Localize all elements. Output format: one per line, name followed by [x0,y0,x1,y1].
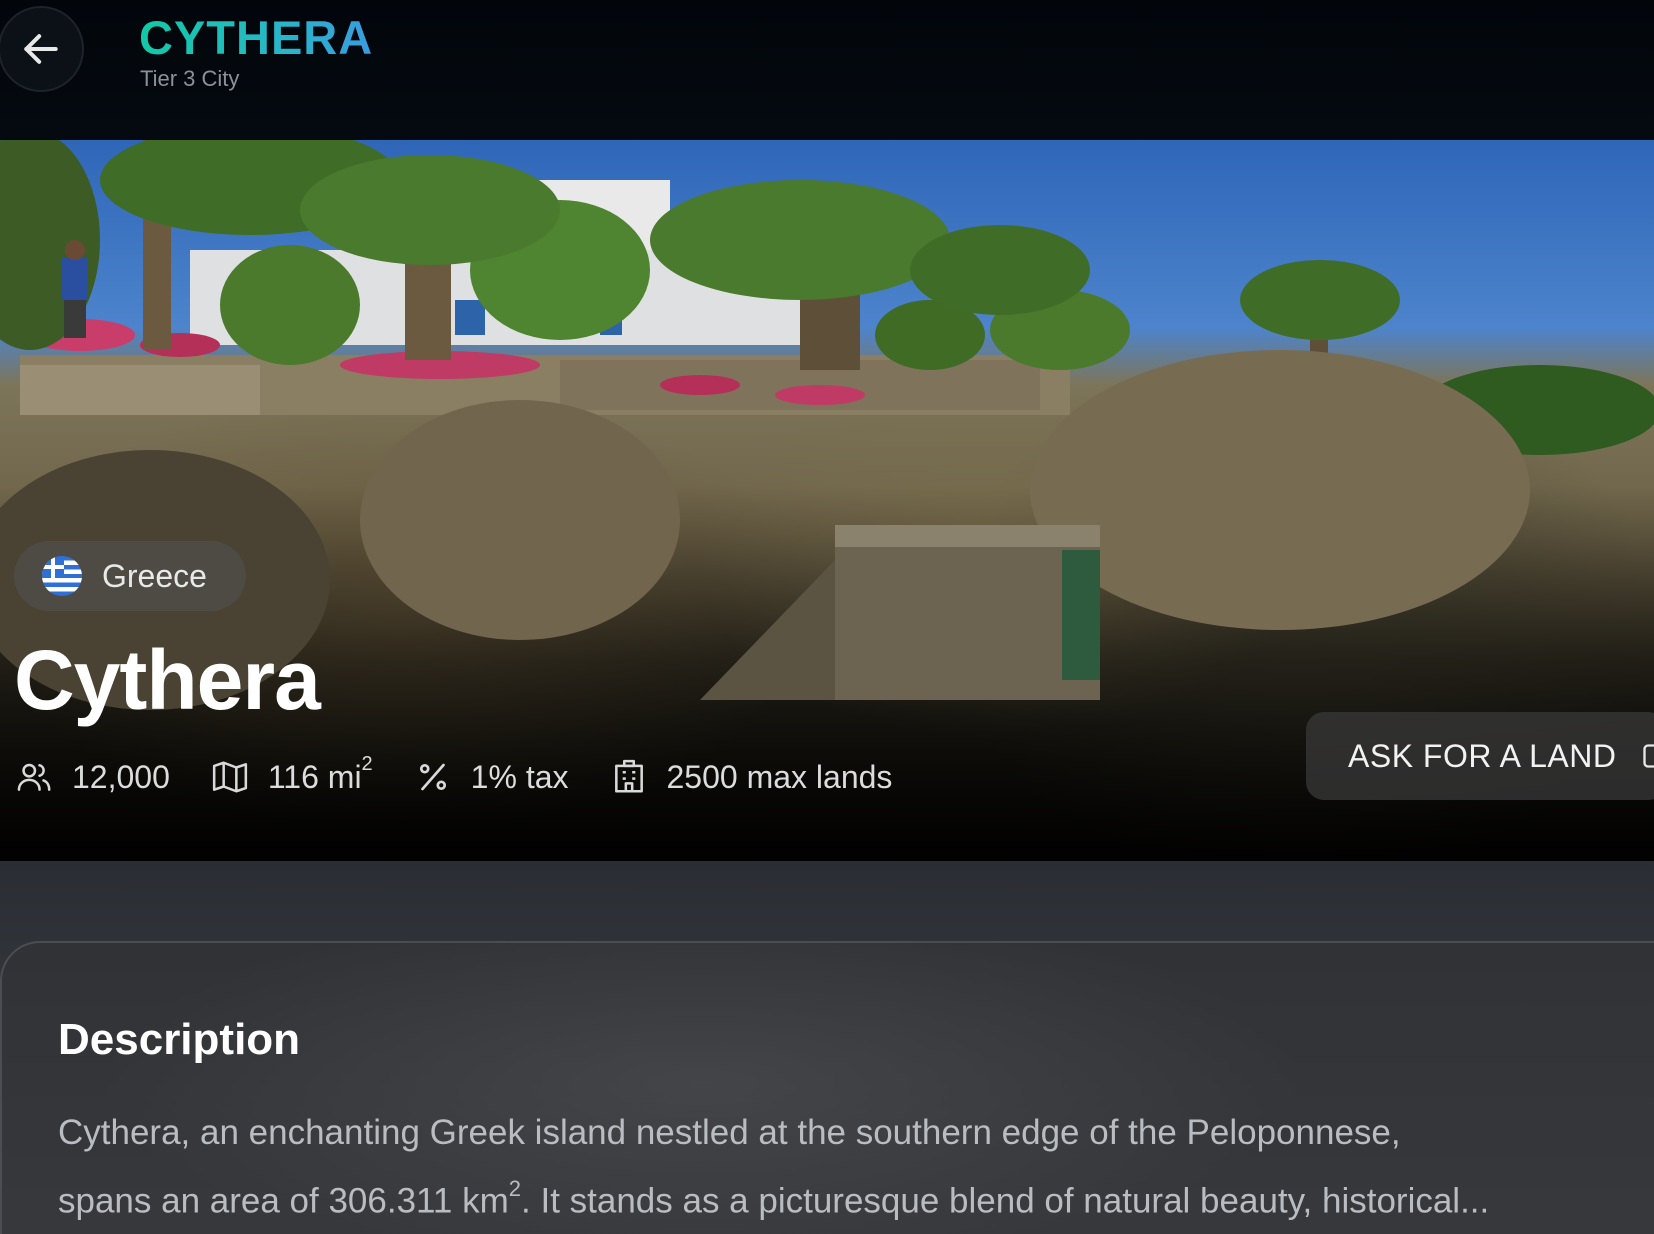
page-title: Cythera [14,633,321,727]
description-card: Description Cythera, an enchanting Greek… [0,941,1654,1234]
stat-area-exponent: 2 [361,752,373,775]
ask-for-land-button[interactable]: ASK FOR A LAND [1306,712,1654,800]
description-exponent: 2 [508,1176,522,1201]
description-line-2-end: . It stands as a picturesque blend of na… [521,1181,1490,1221]
stat-tax-value: 1% tax [470,758,569,795]
stat-area-value: 116 mi2 [267,753,373,796]
ask-for-land-label: ASK FOR A LAND [1348,737,1617,774]
percent-icon [413,757,453,797]
hero-banner: Greece Cythera 12,000 116 mi2 1% tax 250… [0,140,1654,861]
stat-max-lands-value: 2500 max lands [666,758,893,795]
city-tier-label: Tier 3 City [140,66,240,91]
stat-area: 116 mi2 [210,753,373,797]
arrow-left-icon [24,34,58,64]
back-button[interactable] [0,6,84,92]
description-text: Cythera, an enchanting Greek island nest… [58,1103,1654,1232]
lower-section: Description Cythera, an enchanting Greek… [0,861,1654,1234]
external-icon [1643,744,1654,768]
stat-area-number: 116 mi [267,758,362,795]
users-icon [14,757,54,797]
map-icon [210,757,250,797]
top-bar: CYTHERA Tier 3 City [0,0,1654,140]
city-name-heading: CYTHERA [139,11,374,64]
building-icon [609,757,649,797]
stat-tax: 1% tax [413,757,569,797]
stat-population-value: 12,000 [72,758,170,795]
city-page: CYTHERA Tier 3 City Greece Cythera 12,00… [0,0,1654,1234]
stat-max-lands: 2500 max lands [609,757,893,797]
city-stats: 12,000 116 mi2 1% tax 2500 max lands [14,752,932,802]
description-line-1: Cythera, an enchanting Greek island nest… [58,1113,1401,1152]
description-line-2: spans an area of 306.311 km2. It stands … [58,1163,1654,1232]
stat-population: 12,000 [14,757,170,797]
greece-flag-icon [42,556,82,596]
country-badge[interactable]: Greece [14,541,246,611]
description-line-2-start: spans an area of 306.311 km [58,1181,509,1221]
country-label: Greece [102,557,207,594]
description-heading: Description [58,1015,301,1064]
